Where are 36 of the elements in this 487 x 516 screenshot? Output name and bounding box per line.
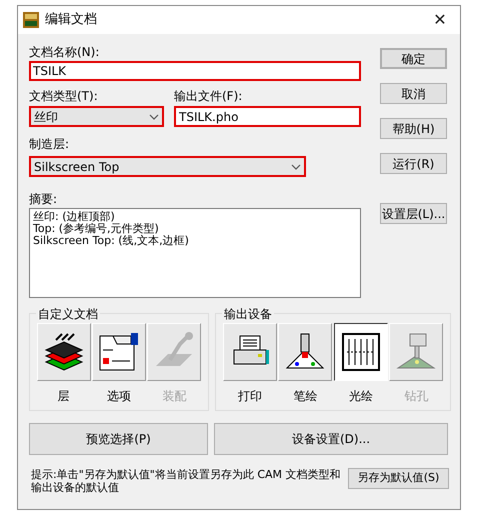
group-title: 自定义文档 — [36, 305, 100, 323]
hint-text: 提示:单击"另存为默认值"将当前设置另存为此 CAM 文档类型和输出设备的默认值 — [30, 468, 342, 494]
device-label: 装配 — [162, 388, 186, 405]
device-label: 光绘 — [348, 388, 373, 405]
close-button[interactable]: ✕ — [425, 8, 455, 32]
document-type-dropdown[interactable]: 丝印 — [29, 106, 164, 127]
chevron-down-icon — [149, 114, 159, 120]
chevron-down-icon — [291, 164, 301, 170]
dialog-button[interactable]: 确定 — [380, 48, 447, 69]
window-title: 编辑文档 — [45, 11, 97, 30]
preview-button[interactable]: 预览选择(P) — [29, 423, 208, 455]
device-setup-button[interactable]: 设备设置(D)... — [214, 423, 448, 455]
field-label: 摘要: — [29, 191, 58, 208]
field-label: 输出文件(F): — [174, 88, 244, 105]
device-label: 层 — [58, 388, 70, 405]
field-label: 文档类型(T): — [29, 88, 99, 105]
output-file-field[interactable]: TSILK.pho — [174, 106, 361, 127]
summary-line: Top: (参考编号,元件类型) — [33, 223, 160, 235]
device-label: 选项 — [106, 388, 131, 405]
field-label: 制造层: — [29, 136, 70, 153]
set-layers-button[interactable]: 设置层(L)... — [380, 203, 447, 224]
device-label: 笔绘 — [293, 388, 318, 405]
device-label: 钻孔 — [404, 388, 428, 405]
field-label: 文档名称(N): — [29, 44, 100, 61]
device-label: 打印 — [238, 388, 262, 405]
save-default-button[interactable]: 另存为默认值(S) — [348, 468, 449, 489]
app-logo-icon — [23, 12, 39, 28]
summary-line: 丝印: (边框顶部) — [33, 211, 116, 223]
summary-text-area[interactable]: 丝印: (边框顶部) Top: (参考编号,元件类型) Silkscreen Top: (线,文本,边框) — [29, 208, 361, 298]
dialog-button[interactable]: 运行(R) — [380, 153, 447, 174]
dialog-button[interactable]: 取消 — [380, 83, 447, 104]
summary-line: Silkscreen Top: (线,文本,边框) — [33, 235, 190, 247]
device-button[interactable] — [334, 323, 388, 381]
dialog-button[interactable]: 帮助(H) — [380, 118, 447, 139]
document-name-field[interactable]: TSILK — [29, 61, 361, 81]
group-title: 输出设备 — [222, 305, 274, 323]
